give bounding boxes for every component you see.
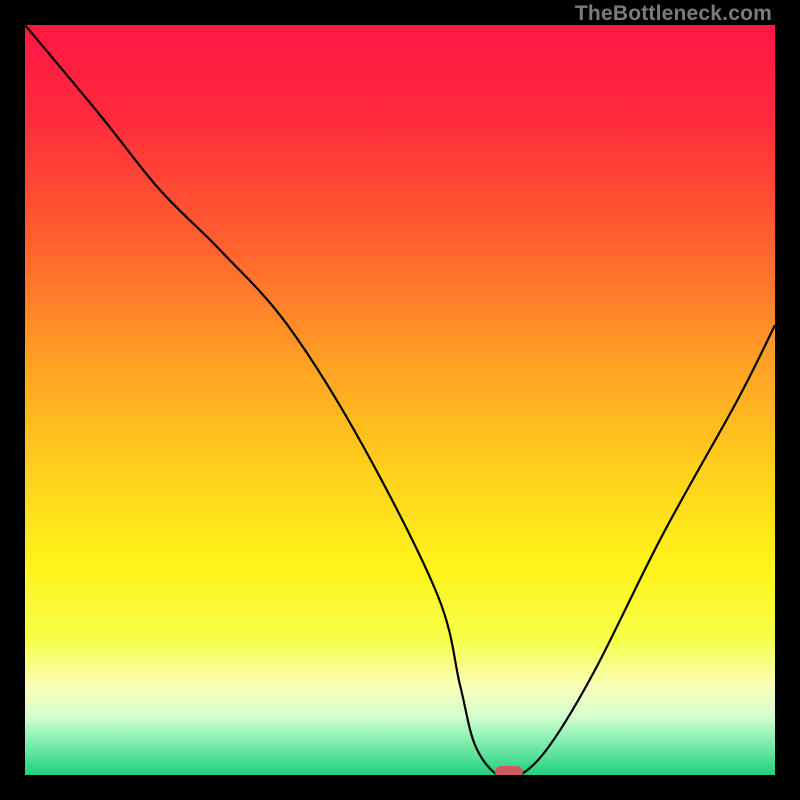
curve-layer [25,25,775,775]
chart-frame: TheBottleneck.com [0,0,800,800]
watermark-text: TheBottleneck.com [575,2,772,26]
bottleneck-curve [25,25,775,775]
plot-area [25,25,775,775]
optimal-marker [495,766,523,775]
